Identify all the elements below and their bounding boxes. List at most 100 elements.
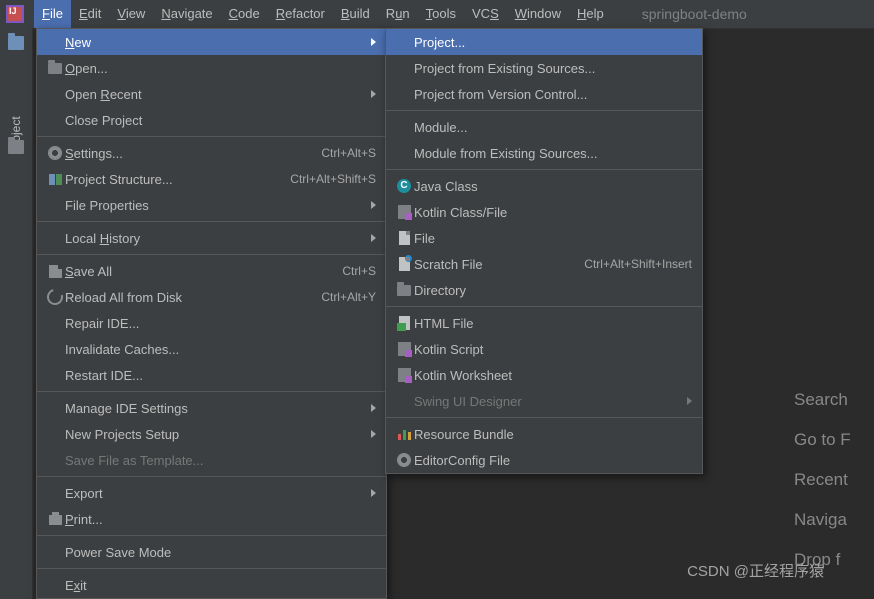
new-module[interactable]: Module... (386, 114, 702, 140)
project-name: springboot-demo (642, 0, 747, 28)
file-power-save-label: Power Save Mode (65, 545, 376, 560)
new-file[interactable]: File (386, 225, 702, 251)
file-print-label: Print... (65, 512, 376, 527)
file-new[interactable]: New (37, 29, 386, 55)
menu-separator (37, 136, 386, 137)
file-manage-ide-settings[interactable]: Manage IDE Settings (37, 395, 386, 421)
new-scratch-file[interactable]: Scratch File Ctrl+Alt+Shift+Insert (386, 251, 702, 277)
file-menu-popup: New Open... Open Recent Close Project Se… (36, 28, 387, 599)
new-kotlin-classfile[interactable]: Kotlin Class/File (386, 199, 702, 225)
open-folder-icon (48, 63, 62, 74)
file-restart-ide[interactable]: Restart IDE... (37, 362, 386, 388)
menu-separator (386, 169, 702, 170)
save-icon (49, 265, 62, 278)
resource-bundle-icon (398, 428, 411, 440)
submenu-arrow-icon (371, 90, 376, 98)
menu-separator (37, 476, 386, 477)
menu-code[interactable]: Code (221, 0, 268, 28)
new-project[interactable]: Project... (386, 29, 702, 55)
file-open[interactable]: Open... (37, 55, 386, 81)
new-kotlin-script[interactable]: Kotlin Script (386, 336, 702, 362)
menu-separator (386, 417, 702, 418)
file-export-label: Export (65, 486, 361, 501)
new-resource-bundle[interactable]: Resource Bundle (386, 421, 702, 447)
new-html-file[interactable]: HTML File (386, 310, 702, 336)
java-class-icon (397, 179, 411, 193)
menu-run[interactable]: Run (378, 0, 418, 28)
kotlin-script-icon (398, 342, 411, 356)
file-exit[interactable]: Exit (37, 572, 386, 598)
file-open-recent-label: Open Recent (65, 87, 361, 102)
menu-refactor[interactable]: Refactor (268, 0, 333, 28)
menu-separator (37, 221, 386, 222)
new-editorconfig-label: EditorConfig File (414, 453, 692, 468)
submenu-arrow-icon (371, 404, 376, 412)
file-project-structure-label: Project Structure... (65, 172, 280, 187)
file-new-projects-setup[interactable]: New Projects Setup (37, 421, 386, 447)
new-editorconfig[interactable]: EditorConfig File (386, 447, 702, 473)
kotlin-worksheet-icon (398, 368, 411, 382)
menu-view[interactable]: View (109, 0, 153, 28)
file-new-label: New (65, 35, 361, 50)
submenu-arrow-icon (371, 430, 376, 438)
menu-file[interactable]: File (34, 0, 71, 28)
file-close-project[interactable]: Close Project (37, 107, 386, 133)
new-directory-label: Directory (414, 283, 692, 298)
file-icon (399, 231, 410, 245)
new-kotlin-worksheet[interactable]: Kotlin Worksheet (386, 362, 702, 388)
kotlin-file-icon (398, 205, 411, 219)
submenu-arrow-icon (371, 234, 376, 242)
file-invalidate-caches[interactable]: Invalidate Caches... (37, 336, 386, 362)
new-swing-designer-label: Swing UI Designer (414, 394, 677, 409)
menu-edit[interactable]: Edit (71, 0, 109, 28)
file-power-save[interactable]: Power Save Mode (37, 539, 386, 565)
file-print[interactable]: Print... (37, 506, 386, 532)
menu-separator (37, 568, 386, 569)
shortcut-label: Ctrl+Alt+Shift+S (280, 172, 376, 186)
new-module-existing[interactable]: Module from Existing Sources... (386, 140, 702, 166)
new-directory[interactable]: Directory (386, 277, 702, 303)
shortcut-label: Ctrl+Alt+S (311, 146, 376, 160)
file-repair-ide[interactable]: Repair IDE... (37, 310, 386, 336)
file-exit-label: Exit (65, 578, 376, 593)
file-save-all[interactable]: Save All Ctrl+S (37, 258, 386, 284)
new-kotlin-worksheet-label: Kotlin Worksheet (414, 368, 692, 383)
menu-separator (386, 306, 702, 307)
file-reload-all[interactable]: Reload All from Disk Ctrl+Alt+Y (37, 284, 386, 310)
new-project-label: Project... (414, 35, 692, 50)
file-file-properties[interactable]: File Properties (37, 192, 386, 218)
menu-help[interactable]: Help (569, 0, 612, 28)
editorconfig-icon (398, 454, 410, 466)
project-folder-icon[interactable] (8, 36, 24, 50)
new-scratch-label: Scratch File (414, 257, 574, 272)
file-project-structure[interactable]: Project Structure... Ctrl+Alt+Shift+S (37, 166, 386, 192)
file-open-recent[interactable]: Open Recent (37, 81, 386, 107)
submenu-arrow-icon (371, 38, 376, 46)
scratch-file-icon (399, 257, 410, 271)
print-icon (49, 515, 62, 525)
submenu-arrow-icon (687, 397, 692, 405)
file-save-as-template: Save File as Template... (37, 447, 386, 473)
file-local-history[interactable]: Local History (37, 225, 386, 251)
new-resource-bundle-label: Resource Bundle (414, 427, 692, 442)
hint-search: Search (794, 380, 874, 420)
editor-background-hints: Search Go to F Recent Naviga Drop f (794, 380, 874, 580)
new-html-file-label: HTML File (414, 316, 692, 331)
menu-navigate[interactable]: Navigate (153, 0, 220, 28)
app-icon (6, 5, 24, 23)
new-module-existing-label: Module from Existing Sources... (414, 146, 692, 161)
file-settings[interactable]: Settings... Ctrl+Alt+S (37, 140, 386, 166)
menu-window[interactable]: Window (507, 0, 569, 28)
menu-vcs[interactable]: VCS (464, 0, 507, 28)
file-export[interactable]: Export (37, 480, 386, 506)
file-invalidate-caches-label: Invalidate Caches... (65, 342, 376, 357)
menu-tools[interactable]: Tools (418, 0, 464, 28)
stripe-folder-icon[interactable] (8, 140, 24, 154)
menu-build[interactable]: Build (333, 0, 378, 28)
reload-icon (44, 286, 66, 308)
new-project-vcs-label: Project from Version Control... (414, 87, 692, 102)
file-local-history-label: Local History (65, 231, 361, 246)
new-project-existing[interactable]: Project from Existing Sources... (386, 55, 702, 81)
new-java-class[interactable]: Java Class (386, 173, 702, 199)
new-project-vcs[interactable]: Project from Version Control... (386, 81, 702, 107)
